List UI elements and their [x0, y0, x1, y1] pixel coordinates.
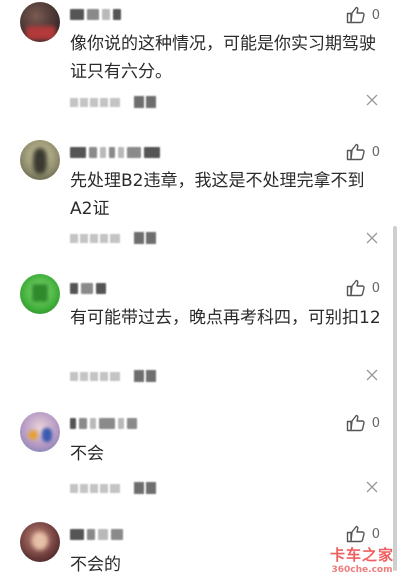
- reply-link[interactable]: [134, 370, 156, 382]
- username-blurred[interactable]: [70, 146, 160, 158]
- comment-meta-blurred: [70, 232, 156, 244]
- like-button[interactable]: 0: [346, 525, 380, 543]
- thumb-up-icon: [346, 279, 365, 297]
- avatar[interactable]: [20, 412, 60, 452]
- like-button[interactable]: 0: [346, 6, 380, 24]
- comment-text: 有可能带过去，晚点再考科四，可别扣12: [70, 308, 381, 328]
- comment-text: 像你说的这种情况，可能是你实习期驾驶证只有六分。: [70, 34, 376, 82]
- avatar[interactable]: [20, 274, 60, 314]
- watermark: 卡车之家 360che.com: [330, 544, 394, 575]
- close-icon[interactable]: [366, 369, 378, 381]
- scrollbar[interactable]: [393, 226, 397, 571]
- like-button[interactable]: 0: [346, 279, 380, 297]
- like-button[interactable]: 0: [346, 414, 380, 432]
- username-blurred[interactable]: [70, 528, 123, 540]
- watermark-url: 360che.com: [331, 565, 393, 575]
- watermark-title: 卡车之家: [329, 546, 394, 564]
- like-count: 0: [371, 415, 380, 431]
- thumb-up-icon: [346, 143, 365, 161]
- like-button[interactable]: 0: [346, 143, 380, 161]
- username-blurred[interactable]: [70, 417, 137, 429]
- comment-text: 不会: [70, 444, 104, 464]
- thumb-up-icon: [346, 414, 365, 432]
- like-count: 0: [371, 144, 380, 160]
- avatar[interactable]: [20, 522, 60, 562]
- thumb-up-icon: [346, 6, 365, 24]
- close-icon[interactable]: [366, 481, 378, 493]
- avatar[interactable]: [20, 140, 60, 180]
- username-blurred[interactable]: [70, 8, 121, 20]
- reply-link[interactable]: [134, 232, 156, 244]
- reply-link[interactable]: [134, 482, 156, 494]
- close-icon[interactable]: [366, 94, 378, 106]
- like-count: 0: [371, 526, 380, 542]
- comment-meta-blurred: [70, 370, 156, 382]
- close-icon[interactable]: [366, 232, 378, 244]
- comment-text: 先处理B2违章，我这是不处理完拿不到A2证: [70, 171, 365, 219]
- comment-meta-blurred: [70, 482, 156, 494]
- thumb-up-icon: [346, 525, 365, 543]
- avatar[interactable]: [20, 2, 60, 42]
- reply-link[interactable]: [134, 96, 156, 108]
- comment-meta-blurred: [70, 96, 156, 108]
- like-count: 0: [371, 7, 380, 23]
- like-count: 0: [371, 280, 380, 296]
- username-blurred[interactable]: [70, 282, 106, 294]
